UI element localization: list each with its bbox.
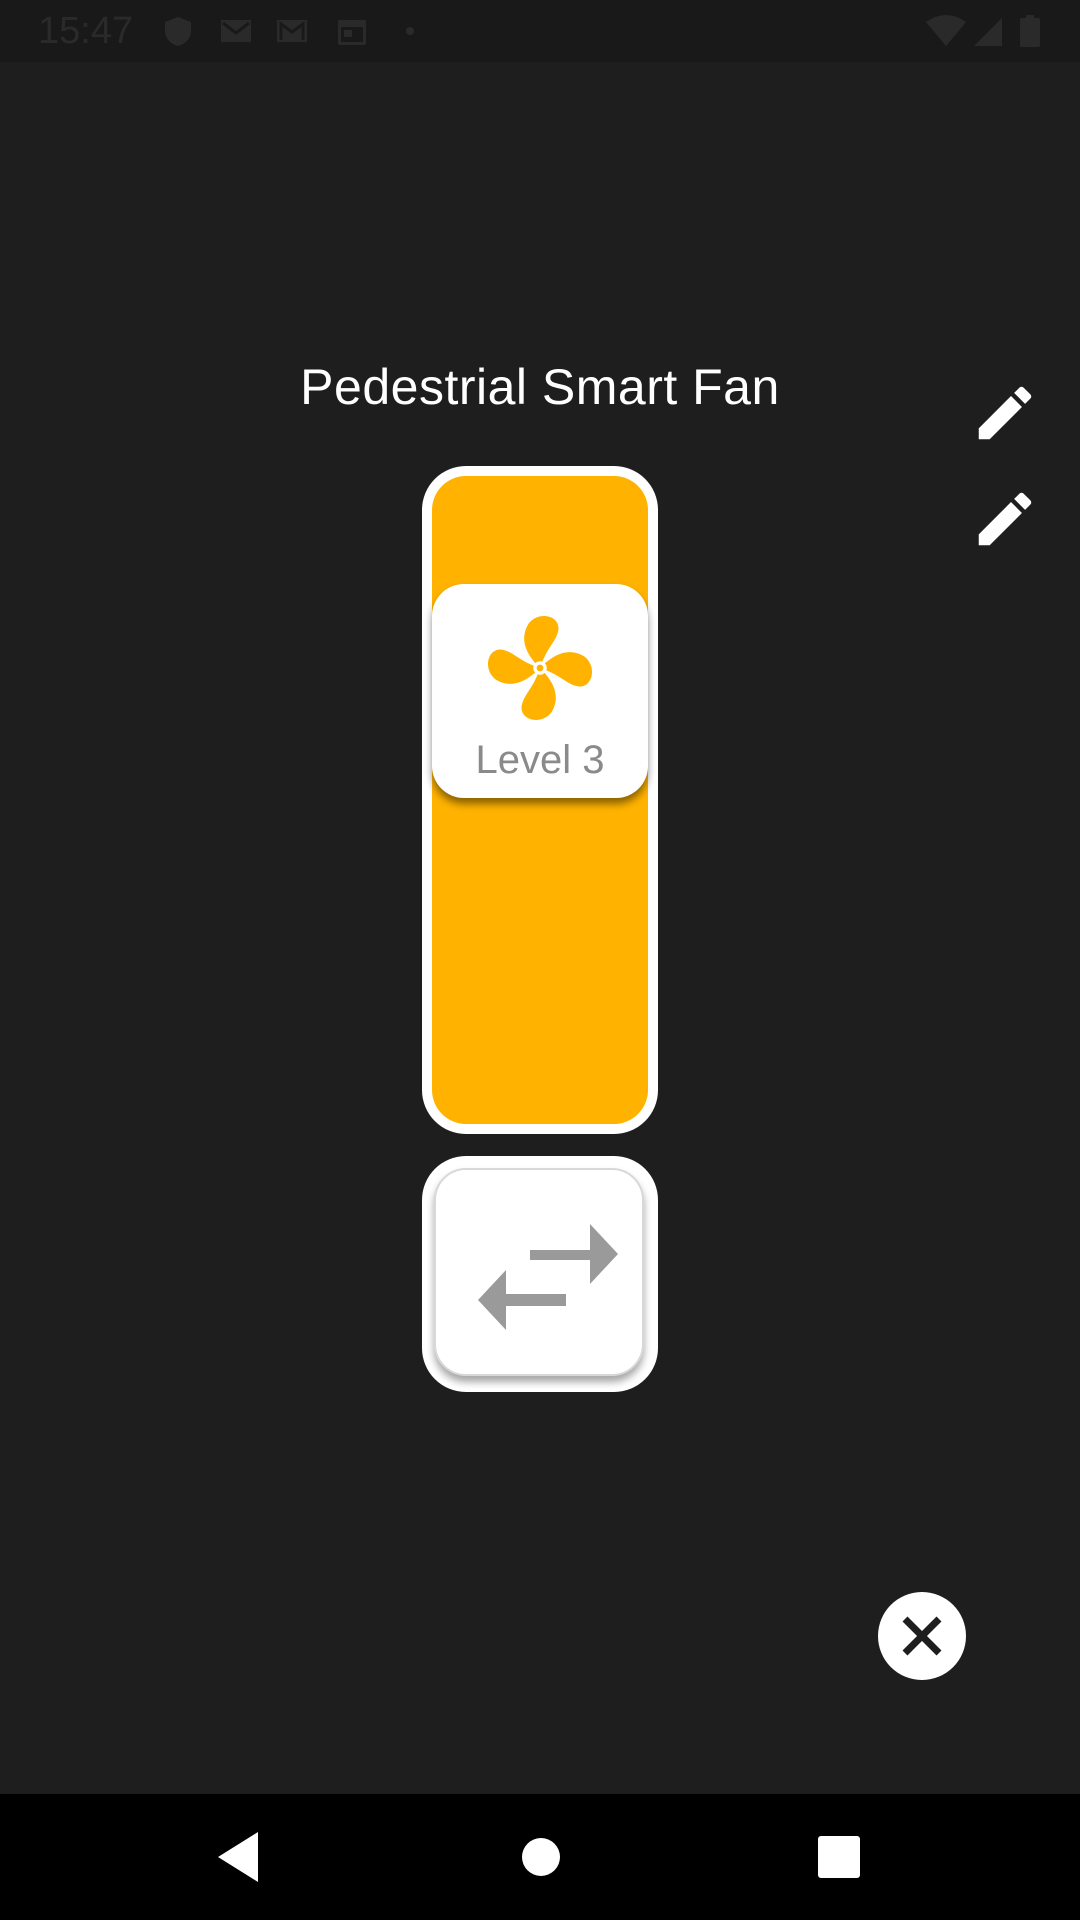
status-time: 15:47: [38, 10, 134, 52]
shield-icon: [165, 17, 191, 46]
gmail-icon: [277, 20, 307, 42]
pencil-icon[interactable]: [970, 378, 1040, 448]
status-bar: 15:47: [0, 0, 1080, 62]
back-icon[interactable]: [206, 1824, 272, 1890]
calendar-icon: [338, 20, 366, 45]
home-icon[interactable]: [508, 1824, 574, 1890]
dot-icon: [406, 27, 414, 35]
recents-icon[interactable]: [806, 1824, 872, 1890]
close-button[interactable]: [878, 1592, 966, 1680]
fan-icon: [487, 615, 593, 721]
signal-icon: [974, 18, 1002, 46]
swap-arrows-icon: [478, 1224, 618, 1330]
fan-level-slider[interactable]: [422, 466, 658, 1134]
fan-level-knob[interactable]: Level 3: [432, 584, 648, 798]
gmail-icon: [221, 20, 251, 42]
battery-icon: [1020, 15, 1040, 47]
navigation-bar: [0, 1794, 1080, 1920]
swap-button-face[interactable]: [434, 1168, 644, 1376]
device-title: Pedestrial Smart Fan: [300, 359, 780, 415]
close-icon: [902, 1616, 942, 1656]
wifi-icon: [926, 15, 966, 46]
pencil-icon[interactable]: [970, 484, 1040, 554]
fan-level-label: Level 3: [475, 738, 605, 782]
fan-level-track[interactable]: [432, 476, 648, 1124]
swap-direction-button[interactable]: [422, 1156, 658, 1392]
